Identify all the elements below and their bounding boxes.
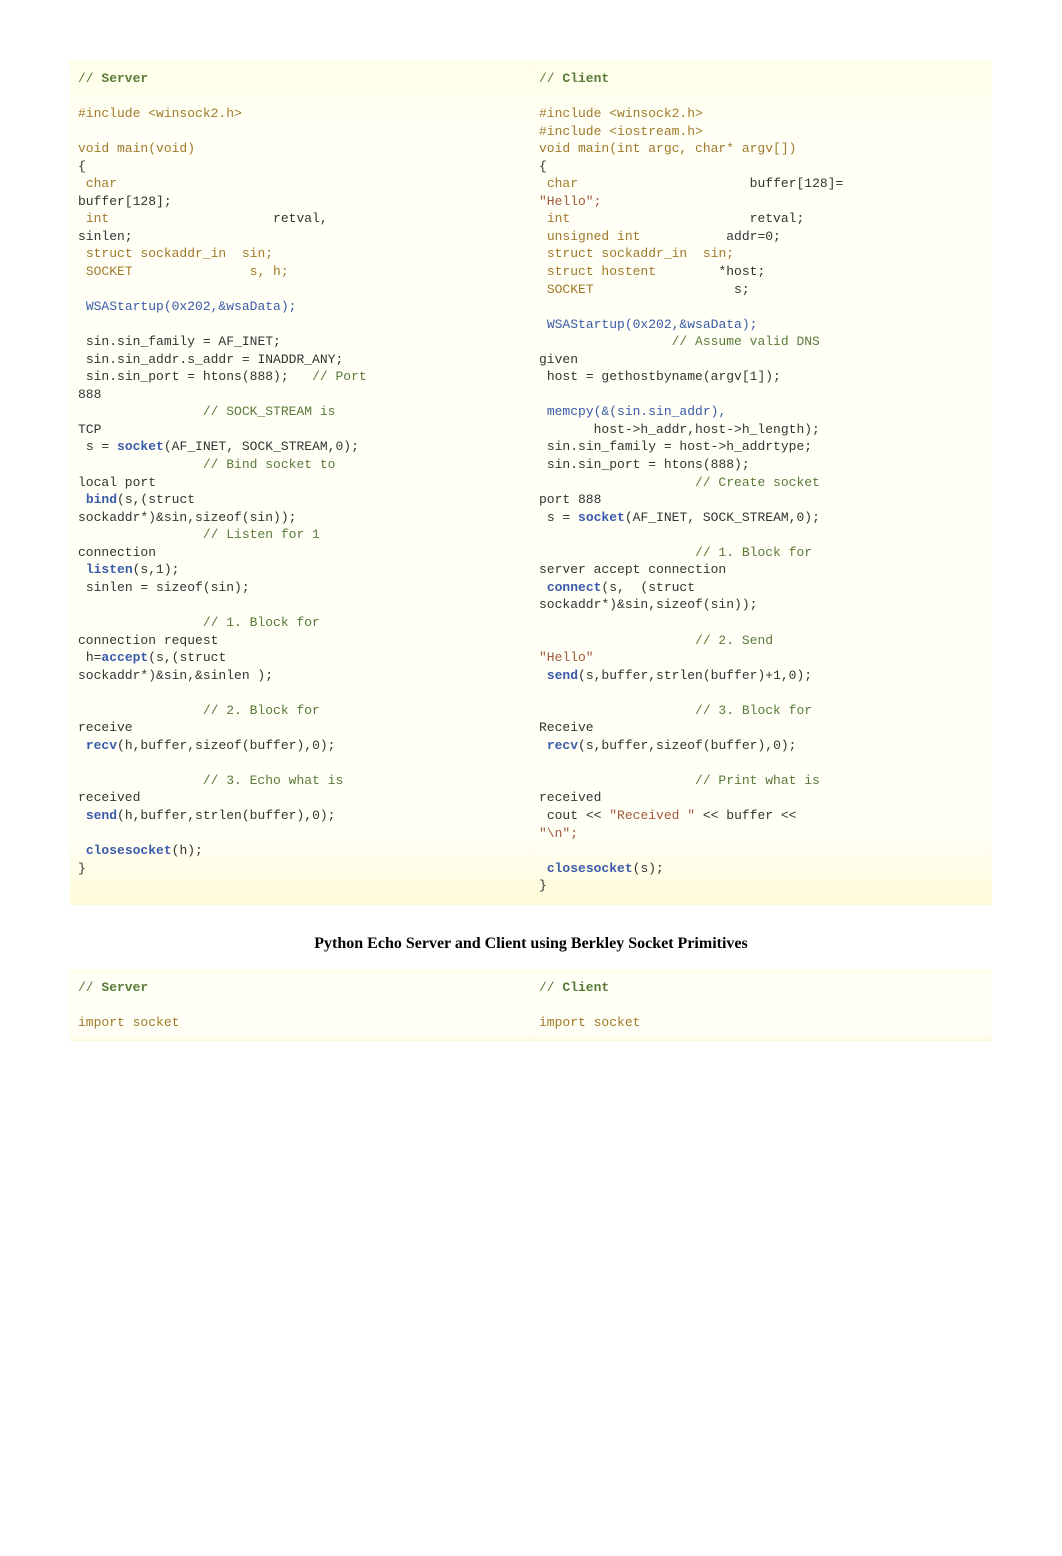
python-echo-table: // Server import socket // Client import… (70, 969, 992, 1042)
c-echo-table: // Server #include <winsock2.h> void mai… (70, 60, 992, 905)
python-server-code: // Server import socket (78, 979, 523, 1032)
python-client-cell: // Client import socket (531, 969, 992, 1042)
c-client-code: // Client #include <winsock2.h> #include… (539, 70, 984, 895)
c-server-code: // Server #include <winsock2.h> void mai… (78, 70, 523, 877)
c-client-cell: // Client #include <winsock2.h> #include… (531, 60, 992, 905)
python-section-title: Python Echo Server and Client using Berk… (70, 905, 992, 969)
c-server-cell: // Server #include <winsock2.h> void mai… (70, 60, 531, 905)
document-page: // Server #include <winsock2.h> void mai… (0, 0, 1062, 1556)
python-client-code: // Client import socket (539, 979, 984, 1032)
python-server-cell: // Server import socket (70, 969, 531, 1042)
